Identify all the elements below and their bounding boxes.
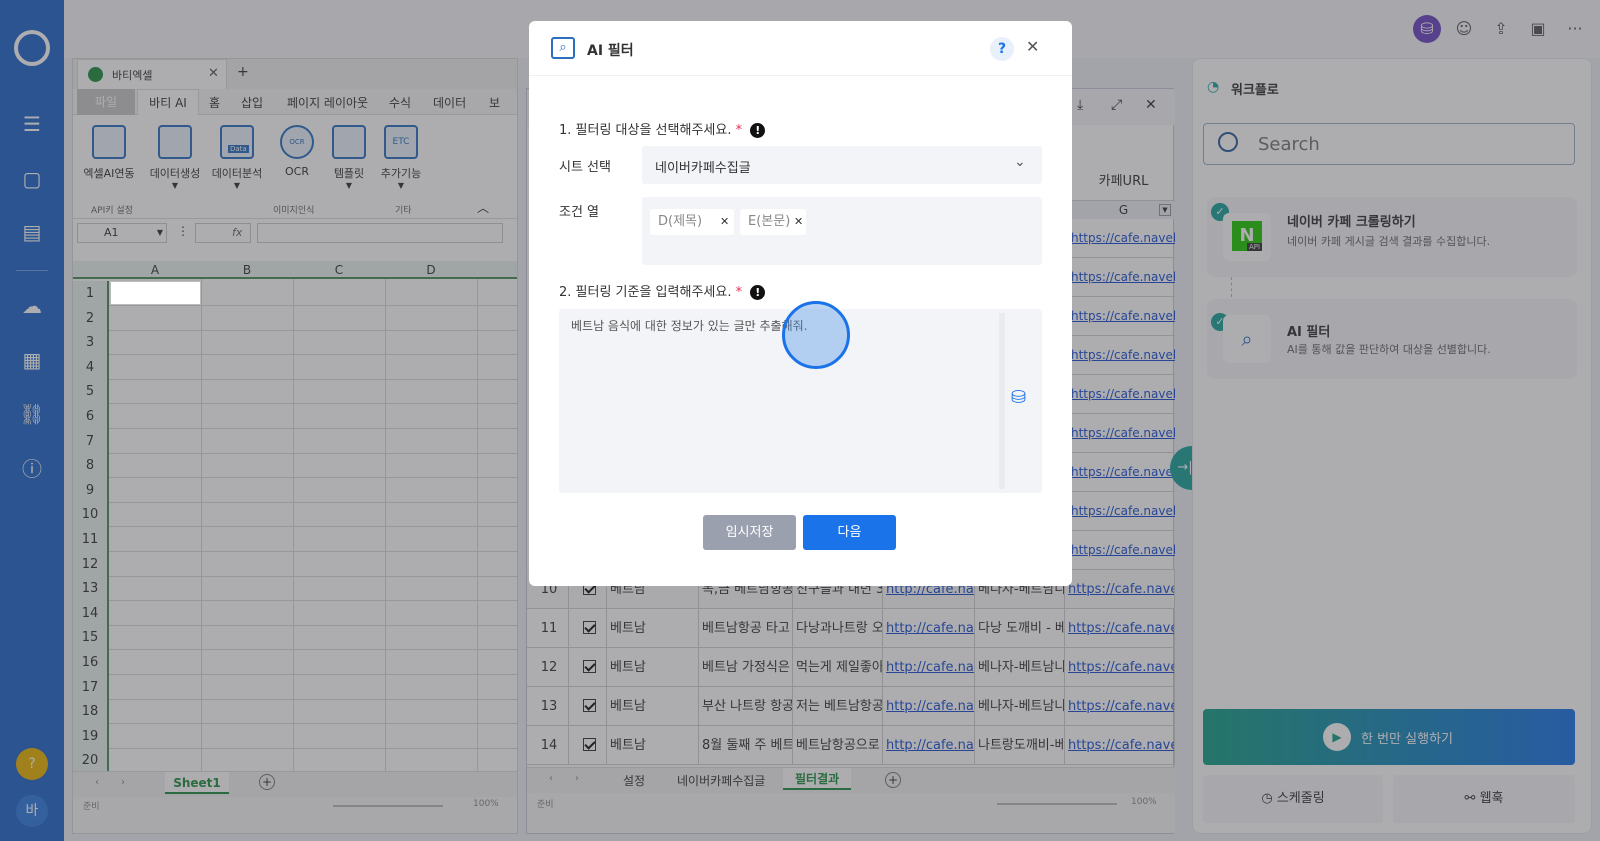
database-icon[interactable]: ⛁ <box>1011 387 1026 408</box>
ai-filter-dialog: ⌕ AI 필터 ? ✕ 1. 필터링 대상을 선택해주세요. * ! 시트 선택… <box>529 21 1072 586</box>
selected-cell[interactable] <box>110 281 201 305</box>
chip-label: D(제목) <box>658 214 703 229</box>
info-icon[interactable]: ! <box>750 285 766 300</box>
criteria-text: 베트남 음식에 대한 정보가 있는 글만 추출해줘. <box>571 319 808 333</box>
required-mark: * <box>735 123 743 138</box>
chip-remove-icon[interactable]: ✕ <box>720 209 729 235</box>
scrollbar[interactable] <box>999 313 1005 489</box>
column-chip[interactable]: E(본문) ✕ <box>740 209 806 235</box>
chevron-down-icon: ⌄ <box>1014 154 1026 170</box>
step1-heading: 1. 필터링 대상을 선택해주세요. * ! <box>559 119 766 138</box>
step2-label: 2. 필터링 기준을 입력해주세요. <box>559 285 732 300</box>
step1-label: 1. 필터링 대상을 선택해주세요. <box>559 123 732 138</box>
sheet-select-value: 네이버카페수집글 <box>655 161 751 176</box>
step2-heading: 2. 필터링 기준을 입력해주세요. * ! <box>559 281 766 300</box>
condition-column-input[interactable]: D(제목) ✕ E(본문) ✕ <box>642 197 1042 265</box>
column-chip[interactable]: D(제목) ✕ <box>650 209 734 235</box>
chip-label: E(본문) <box>748 214 791 229</box>
condition-column-label: 조건 열 <box>559 205 600 220</box>
dialog-title: AI 필터 <box>587 43 634 59</box>
info-icon[interactable]: ! <box>750 123 766 138</box>
ai-filter-icon: ⌕ <box>551 37 575 59</box>
sheet-select[interactable]: 네이버카페수집글 ⌄ <box>642 146 1042 184</box>
help-icon[interactable]: ? <box>990 37 1014 61</box>
temp-save-button[interactable]: 임시저장 <box>703 515 796 550</box>
close-icon[interactable]: ✕ <box>1026 37 1039 56</box>
header-divider <box>529 75 1072 76</box>
required-mark: * <box>735 285 743 300</box>
click-indicator <box>782 301 850 369</box>
chip-remove-icon[interactable]: ✕ <box>794 209 803 235</box>
next-button[interactable]: 다음 <box>803 515 896 550</box>
sheet-select-label: 시트 선택 <box>559 160 611 175</box>
